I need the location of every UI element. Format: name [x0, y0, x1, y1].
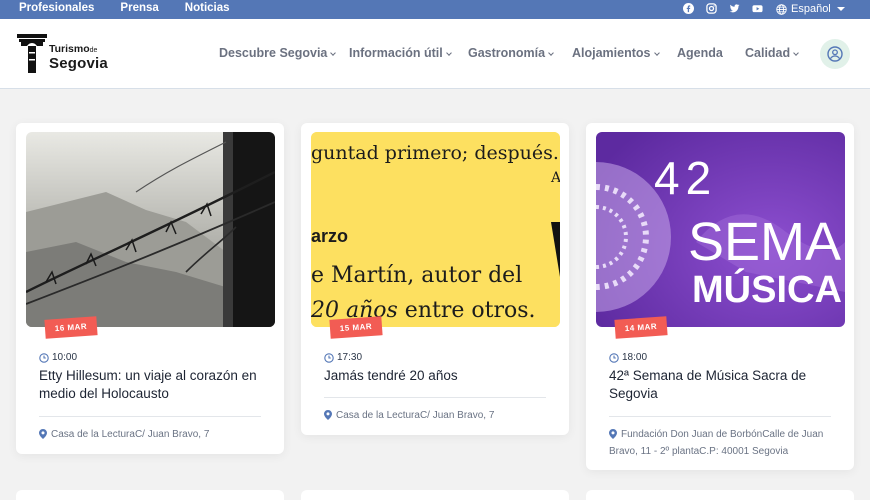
- nav-item-label: Gastronomía: [468, 46, 546, 60]
- event-title[interactable]: 42ª Semana de Música Sacra de Segovia: [609, 367, 839, 403]
- language-selector[interactable]: Español: [776, 3, 845, 15]
- event-image: 42 SEMA MÚSICA: [596, 132, 845, 327]
- chevron-down-icon: [330, 50, 337, 56]
- instagram-icon[interactable]: [706, 3, 717, 14]
- nav-item-calidad[interactable]: Calidad: [745, 46, 799, 60]
- event-time-value: 18:00: [622, 352, 648, 363]
- globe-icon: [776, 3, 787, 15]
- event-time: 18:00: [609, 352, 647, 363]
- top-link-noticias[interactable]: Noticias: [185, 2, 230, 14]
- top-link-prensa[interactable]: Prensa: [120, 2, 158, 14]
- social-links: [683, 3, 775, 14]
- event-location: Casa de la LecturaC/ Juan Bravo, 7: [324, 407, 556, 424]
- nav-item-alojamientos[interactable]: Alojamientos: [572, 46, 660, 60]
- event-card[interactable]: guntad primero; después.. A arzo e Martí…: [301, 123, 569, 435]
- event-card-partial: [301, 490, 569, 500]
- event-title[interactable]: Etty Hillesum: un viaje al corazón en me…: [39, 367, 269, 403]
- event-time-value: 17:30: [337, 352, 363, 363]
- image-text-line2: arzo: [311, 226, 348, 246]
- event-time: 17:30: [324, 352, 362, 363]
- event-location-text: Fundación Don Juan de BorbónCalle de Jua…: [609, 429, 824, 457]
- top-links: Profesionales Prensa Noticias: [19, 2, 256, 14]
- clock-icon: [609, 352, 619, 363]
- site-header: Turismode Segovia Descubre Segovia Infor…: [0, 19, 870, 89]
- location-pin-icon: [609, 429, 617, 439]
- user-icon: [827, 46, 843, 62]
- divider: [324, 397, 546, 398]
- top-link-profesionales[interactable]: Profesionales: [19, 2, 94, 14]
- nav-item-gastronomia[interactable]: Gastronomía: [468, 46, 554, 60]
- image-text-line4-rest: entre otros.: [398, 298, 536, 323]
- nav-item-descubre-segovia[interactable]: Descubre Segovia: [219, 46, 337, 60]
- event-card-partial: [16, 490, 284, 500]
- event-location: Casa de la LecturaC/ Juan Bravo, 7: [39, 426, 271, 443]
- chevron-down-icon: [445, 50, 452, 56]
- facebook-icon[interactable]: [683, 3, 694, 14]
- youtube-icon[interactable]: [752, 3, 763, 14]
- nav-item-agenda[interactable]: Agenda: [677, 46, 723, 60]
- event-location-text: Casa de la LecturaC/ Juan Bravo, 7: [336, 410, 495, 421]
- image-text-line1: guntad primero; después..: [311, 142, 560, 164]
- location-pin-icon: [324, 410, 332, 420]
- chevron-down-icon: [548, 50, 554, 56]
- user-account-button[interactable]: [820, 39, 850, 69]
- image-text-line3: MÚSICA: [692, 267, 842, 311]
- nav-item-label: Calidad: [745, 46, 791, 60]
- event-date-badge: 14 MAR: [614, 316, 668, 339]
- image-text-line2: SEMA: [688, 212, 841, 272]
- event-date-badge: 16 MAR: [44, 316, 98, 339]
- event-image: guntad primero; después.. A arzo e Martí…: [311, 132, 560, 327]
- top-bar: Profesionales Prensa Noticias Español: [0, 0, 870, 19]
- event-title[interactable]: Jamás tendré 20 años: [324, 367, 554, 385]
- event-time: 10:00: [39, 352, 77, 363]
- event-card[interactable]: 42 SEMA MÚSICA 14 MAR 18:00 42ª Semana d…: [586, 123, 854, 470]
- clock-icon: [39, 352, 49, 363]
- event-location: Fundación Don Juan de BorbónCalle de Jua…: [609, 426, 841, 460]
- nav-item-label: Información útil: [349, 46, 443, 60]
- nav-item-label: Descubre Segovia: [219, 46, 328, 60]
- nav-item-label: Agenda: [677, 46, 723, 60]
- main-nav: Descubre Segovia Información útil Gastro…: [0, 46, 870, 62]
- divider: [39, 416, 261, 417]
- nav-item-informacion-util[interactable]: Información útil: [349, 46, 452, 60]
- clock-icon: [324, 352, 334, 363]
- event-date-badge: 15 MAR: [329, 316, 383, 339]
- event-image: [26, 132, 275, 327]
- event-card-partial: [586, 490, 854, 500]
- chevron-down-icon: [793, 50, 799, 56]
- nav-item-label: Alojamientos: [572, 46, 651, 60]
- language-label: Español: [791, 3, 831, 15]
- event-time-value: 10:00: [52, 352, 78, 363]
- image-text-line1: 42: [654, 152, 717, 204]
- svg-text:A: A: [550, 170, 560, 186]
- location-pin-icon: [39, 429, 47, 439]
- chevron-down-icon: [653, 50, 660, 56]
- divider: [609, 416, 831, 417]
- image-text-line3: e Martín, autor del: [311, 263, 522, 288]
- chevron-down-icon: [836, 7, 845, 11]
- twitter-icon[interactable]: [729, 3, 740, 14]
- event-card[interactable]: 16 MAR 10:00 Etty Hillesum: un viaje al …: [16, 123, 284, 454]
- event-location-text: Casa de la LecturaC/ Juan Bravo, 7: [51, 429, 210, 440]
